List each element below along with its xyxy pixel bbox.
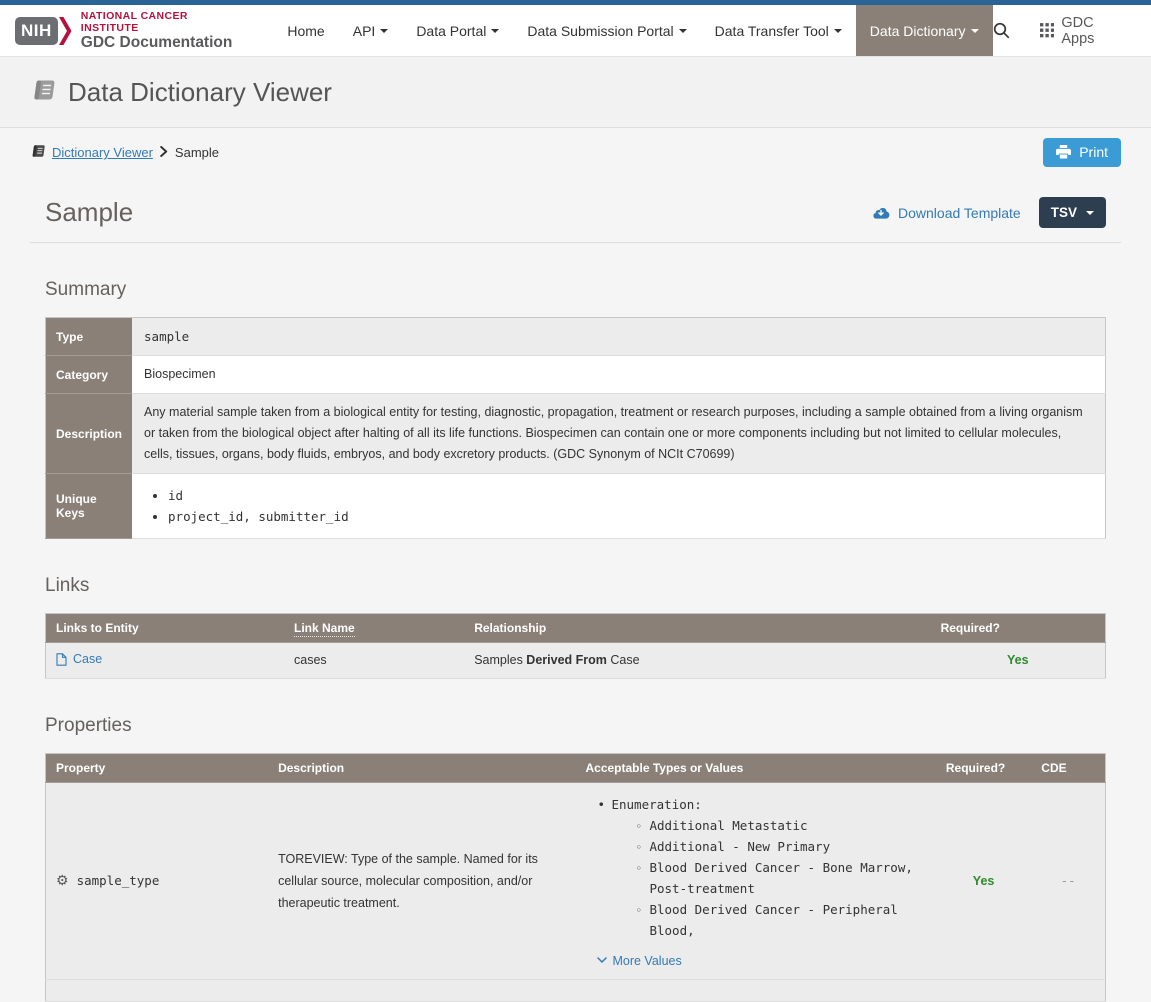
cde-cell: -- — [1031, 782, 1105, 979]
col-links-to-entity: Links to Entity — [46, 614, 285, 643]
summary-category-value: Biospecimen — [132, 356, 1105, 394]
page-header-band: Data Dictionary Viewer — [0, 57, 1151, 128]
chevron-right-icon — [160, 145, 168, 160]
enum-value: Additional Metastatic — [635, 815, 925, 836]
book-icon — [30, 144, 45, 161]
links-table: Links to Entity Link Name Relationship R… — [45, 613, 1106, 679]
chevron-down-icon — [597, 957, 607, 964]
book-icon — [30, 79, 55, 106]
summary-description-label: Description — [46, 394, 133, 474]
cloud-download-icon — [872, 206, 890, 219]
summary-section: Summary Type sample Category Biospecimen… — [30, 279, 1121, 539]
links-heading: Links — [45, 575, 1106, 597]
nav-item-data-transfer-tool[interactable]: Data Transfer Tool — [701, 5, 856, 56]
print-button[interactable]: Print — [1043, 138, 1121, 167]
nav-item-data-portal[interactable]: Data Portal — [402, 5, 513, 56]
property-values-cell: Enumeration: Additional Metastatic Addit… — [575, 782, 935, 979]
property-description: TOREVIEW: Type of the sample. Named for … — [268, 782, 575, 979]
summary-description-value: Any material sample taken from a biologi… — [132, 394, 1105, 474]
case-entity-link[interactable]: Case — [56, 652, 102, 666]
chevron-down-icon — [679, 29, 687, 33]
table-row: Case cases Samples Derived From Case Yes — [46, 643, 1106, 679]
chevron-down-icon — [491, 29, 499, 33]
table-header-row: Property Description Acceptable Types or… — [46, 753, 1106, 782]
table-row: Description Any material sample taken fr… — [46, 394, 1106, 474]
download-template-link[interactable]: Download Template — [872, 205, 1021, 221]
summary-type-value: sample — [132, 318, 1105, 356]
col-acceptable-values: Acceptable Types or Values — [575, 753, 935, 782]
summary-type-label: Type — [46, 318, 133, 356]
unique-key: project_id, submitter_id — [168, 506, 1093, 527]
table-row: Category Biospecimen — [46, 356, 1106, 394]
col-relationship: Relationship — [464, 614, 930, 643]
col-required: Required? — [931, 614, 1106, 643]
gear-icon: ⚙ — [56, 872, 69, 889]
entity-title: Sample — [45, 197, 133, 228]
nav-item-api[interactable]: API — [339, 5, 403, 56]
content-container: Sample Download Template TSV Summary Typ… — [30, 175, 1121, 1002]
breadcrumb: Dictionary Viewer Sample — [30, 144, 219, 161]
entity-title-row: Sample Download Template TSV — [30, 175, 1121, 243]
gdc-apps-button[interactable]: GDC Apps — [1040, 15, 1130, 47]
summary-heading: Summary — [45, 279, 1106, 301]
main-navbar: NIH NATIONAL CANCER INSTITUTE GDC Docume… — [0, 5, 1151, 57]
summary-table: Type sample Category Biospecimen Descrip… — [45, 317, 1106, 539]
required-badge: Yes — [1007, 653, 1029, 667]
summary-unique-keys-label: Unique Keys — [46, 474, 133, 539]
col-cde: CDE — [1031, 753, 1105, 782]
file-icon — [56, 653, 67, 666]
properties-table: Property Description Acceptable Types or… — [45, 753, 1106, 1002]
table-row: Type sample — [46, 318, 1106, 356]
summary-category-label: Category — [46, 356, 133, 394]
properties-heading: Properties — [45, 715, 1106, 737]
brand-nci-line: NATIONAL CANCER INSTITUTE — [81, 10, 248, 34]
chevron-down-icon — [971, 29, 979, 33]
tsv-format-dropdown[interactable]: TSV — [1039, 197, 1106, 228]
unique-keys-list: id project_id, submitter_id — [144, 485, 1093, 527]
enum-value: Blood Derived Cancer - Peripheral Blood, — [635, 899, 925, 941]
unique-key: id — [168, 485, 1093, 506]
links-section: Links Links to Entity Link Name Relation… — [30, 575, 1121, 679]
nav-menu: Home API Data Portal Data Submission Por… — [273, 5, 992, 56]
enumeration-label: Enumeration: Additional Metastatic Addit… — [597, 794, 925, 941]
col-property: Property — [46, 753, 269, 782]
chevron-down-icon — [380, 29, 388, 33]
printer-icon — [1056, 145, 1071, 159]
apps-grid-icon — [1040, 23, 1055, 38]
table-row: ⚙ sample_type TOREVIEW: Type of the samp… — [46, 782, 1106, 979]
nav-item-data-dictionary[interactable]: Data Dictionary — [856, 5, 993, 56]
col-link-name: Link Name — [284, 614, 464, 643]
page-title: Data Dictionary Viewer — [68, 77, 332, 108]
nav-item-data-submission-portal[interactable]: Data Submission Portal — [513, 5, 700, 56]
nih-logo: NIH — [15, 17, 58, 45]
breadcrumb-link-dictionary-viewer[interactable]: Dictionary Viewer — [52, 145, 153, 160]
relationship-cell: Samples Derived From Case — [464, 643, 930, 679]
table-row — [46, 979, 1106, 1001]
breadcrumb-row: Dictionary Viewer Sample Print — [0, 128, 1151, 175]
more-values-link[interactable]: More Values — [597, 954, 681, 968]
table-row: Unique Keys id project_id, submitter_id — [46, 474, 1106, 539]
nav-item-home[interactable]: Home — [273, 5, 338, 56]
property-name: ⚙ sample_type — [56, 872, 159, 889]
nih-gdc-brand[interactable]: NIH NATIONAL CANCER INSTITUTE GDC Docume… — [15, 5, 247, 56]
required-badge: Yes — [973, 874, 995, 888]
nci-chevron-icon — [59, 17, 72, 45]
enum-value: Blood Derived Cancer - Bone Marrow, Post… — [635, 857, 925, 899]
search-icon[interactable] — [993, 22, 1010, 39]
brand-gdc-line: GDC Documentation — [81, 34, 248, 52]
chevron-down-icon — [1086, 211, 1094, 215]
link-name-cell: cases — [284, 643, 464, 679]
col-required: Required? — [936, 753, 1031, 782]
enum-value: Additional - New Primary — [635, 836, 925, 857]
breadcrumb-current: Sample — [175, 145, 219, 160]
table-header-row: Links to Entity Link Name Relationship R… — [46, 614, 1106, 643]
col-description: Description — [268, 753, 575, 782]
properties-section: Properties Property Description Acceptab… — [30, 715, 1121, 1002]
chevron-down-icon — [834, 29, 842, 33]
